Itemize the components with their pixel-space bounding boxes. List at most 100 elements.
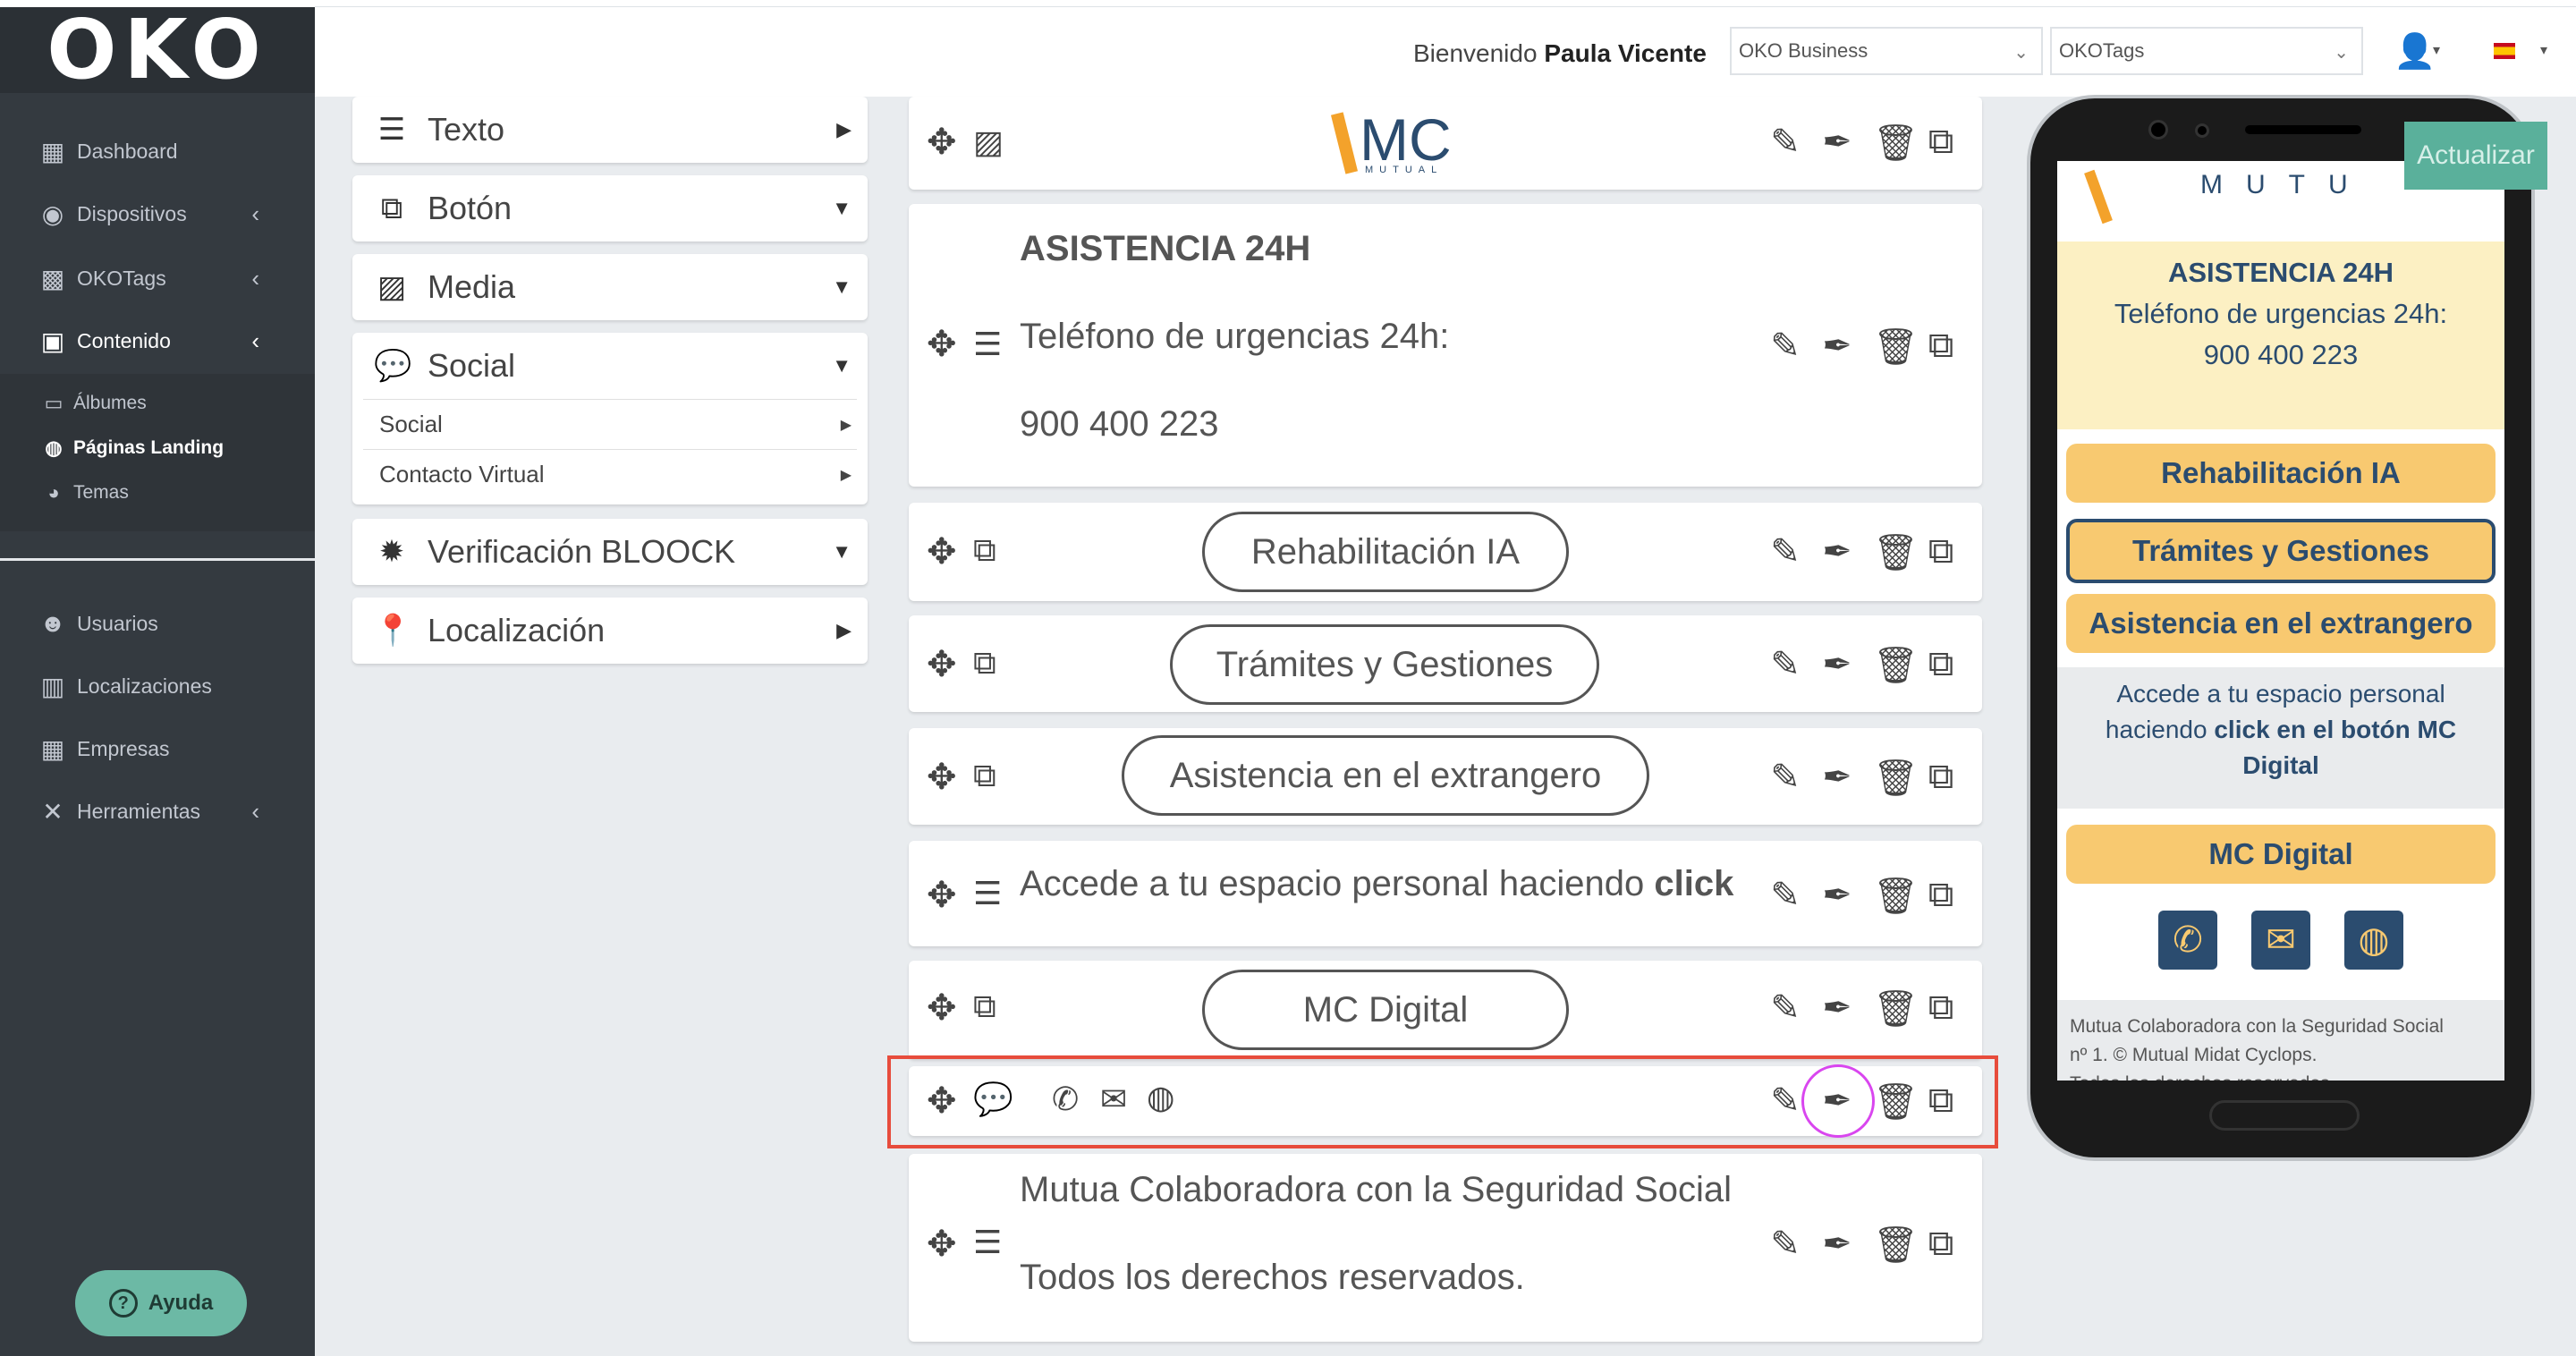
trash-icon[interactable]: 🗑	[1873, 326, 1919, 368]
edit-icon[interactable]: ✎	[1769, 326, 1801, 368]
trash-icon[interactable]: 🗑	[1873, 1224, 1919, 1266]
sidebar-item-herramientas[interactable]: ✕ Herramientas ‹	[0, 782, 315, 841]
feather-icon[interactable]: ✒	[1821, 644, 1853, 686]
copy-icon[interactable]: ⧉	[1925, 1224, 1957, 1266]
builder-row-button-mc-digital[interactable]: ✥ ⧉ MC Digital ✎ ✒ 🗑 ⧉	[909, 961, 1982, 1059]
edit-icon[interactable]: ✎	[1769, 757, 1801, 799]
sidebar-subitem-albumes[interactable]: ▭ Álbumes	[0, 381, 315, 426]
builder-row-button-tramites[interactable]: ✥ ⧉ Trámites y Gestiones ✎ ✒ 🗑 ⧉	[909, 615, 1982, 712]
builder-row-button-extrangero[interactable]: ✥ ⧉ Asistencia en el extrangero ✎ ✒ 🗑 ⧉	[909, 728, 1982, 825]
component-social[interactable]: 💬 Social ▼ Social ▶ Contacto Virtual ▶	[352, 333, 868, 504]
brand-logo[interactable]: OKO	[0, 7, 315, 93]
update-preview-button[interactable]: Actualizar	[2404, 122, 2547, 190]
sidebar-subitem-temas[interactable]: ◕ Temas	[0, 470, 315, 515]
subitem-label: Social	[379, 411, 443, 437]
trash-icon[interactable]: 🗑	[1873, 122, 1919, 164]
move-icon[interactable]: ✥	[927, 757, 957, 798]
edit-icon[interactable]: ✎	[1769, 1224, 1801, 1266]
component-subitem-social[interactable]: Social ▶	[363, 399, 857, 449]
mobile-button-mc-digital[interactable]: MC Digital	[2066, 825, 2496, 884]
copy-icon[interactable]: ⧉	[1925, 875, 1957, 917]
component-media[interactable]: ▨ Media ▼	[352, 254, 868, 320]
builder-row-logo[interactable]: ✥ ▨ MC MUTUAL ✎ ✒ 🗑 ⧉	[909, 97, 1982, 190]
edit-icon[interactable]: ✎	[1769, 644, 1801, 686]
sidebar-item-empresas[interactable]: ▦ Empresas	[0, 719, 315, 778]
builder-row-footer-text[interactable]: ✥ ☰ Mutua Colaboradora con la Seguridad …	[909, 1154, 1982, 1342]
city-icon: ▥	[40, 672, 65, 700]
mobile-access-line3-bold: Digital	[2242, 751, 2319, 779]
trash-icon[interactable]: 🗑	[1873, 644, 1919, 686]
mobile-access-line1: Accede a tu espacio personal	[2116, 680, 2445, 708]
feather-icon[interactable]: ✒	[1821, 122, 1853, 164]
move-icon[interactable]: ✥	[927, 531, 957, 572]
builder-row-access-text[interactable]: ✥ ☰ Accede a tu espacio personal haciend…	[909, 841, 1982, 946]
sidebar-subitem-label: Temas	[73, 482, 129, 503]
row-actions: ✎ ✒ 🗑 ⧉	[1769, 987, 1957, 1030]
move-icon[interactable]: ✥	[927, 644, 957, 685]
builder-row-asistencia[interactable]: ✥ ☰ ASISTENCIA 24H Teléfono de urgencias…	[909, 204, 1982, 487]
feather-icon[interactable]: ✒	[1821, 875, 1853, 917]
trash-icon[interactable]: 🗑	[1873, 875, 1919, 917]
component-localizacion[interactable]: 📍 Localización ▶	[352, 597, 868, 664]
move-icon[interactable]: ✥	[927, 324, 957, 365]
component-texto[interactable]: ☰ Texto ▶	[352, 97, 868, 163]
mobile-button-tramites[interactable]: Trámites y Gestiones	[2066, 519, 2496, 583]
envelope-icon[interactable]: ✉	[2251, 911, 2310, 970]
align-left-icon: ☰	[973, 1224, 1003, 1260]
move-icon[interactable]: ✥	[927, 1224, 957, 1265]
edit-icon[interactable]: ✎	[1769, 122, 1801, 164]
button-label: Rehabilitación IA	[2161, 456, 2401, 489]
tools-icon: ✕	[42, 797, 64, 826]
trash-icon[interactable]: 🗑	[1873, 531, 1919, 573]
feather-icon[interactable]: ✒	[1821, 1224, 1853, 1266]
phone-screen: MUTU ASISTENCIA 24H Teléfono de urgencia…	[2057, 161, 2504, 1081]
trash-icon[interactable]: 🗑	[1873, 757, 1919, 799]
mobile-button-extrangero[interactable]: Asistencia en el extrangero	[2066, 594, 2496, 653]
copy-icon[interactable]: ⧉	[1925, 644, 1957, 686]
feather-icon[interactable]: ✒	[1821, 531, 1853, 573]
sidebar-item-localizaciones[interactable]: ▥ Localizaciones	[0, 657, 315, 716]
component-label: Texto	[428, 111, 505, 148]
edit-icon[interactable]: ✎	[1769, 875, 1801, 917]
okotags-select[interactable]: OKOTags ⌄	[2050, 27, 2363, 75]
building-icon: ▦	[40, 734, 65, 763]
sidebar-subitem-paginas-landing[interactable]: ◍ Páginas Landing	[0, 426, 315, 470]
copy-icon[interactable]: ⧉	[1925, 531, 1957, 573]
external-link-icon: ⧉	[973, 531, 996, 568]
sidebar-item-okotags[interactable]: ▩ OKOTags ‹	[0, 249, 315, 308]
copy-icon[interactable]: ⧉	[1925, 122, 1957, 164]
comments-icon: 💬	[374, 349, 412, 383]
user-menu-icon[interactable]: 👤	[2394, 32, 2436, 72]
chevron-left-icon: ‹	[251, 264, 259, 292]
topbar-strip	[315, 0, 2576, 7]
feather-icon[interactable]: ✒	[1821, 987, 1853, 1030]
button-label: Trámites y Gestiones	[1216, 644, 1554, 684]
sidebar-item-contenido[interactable]: ▣ Contenido ‹	[0, 311, 315, 370]
copy-icon[interactable]: ⧉	[1925, 757, 1957, 799]
move-icon[interactable]: ✥	[927, 122, 957, 163]
move-icon[interactable]: ✥	[927, 987, 957, 1029]
copy-icon[interactable]: ⧉	[1925, 987, 1957, 1030]
move-icon[interactable]: ✥	[927, 875, 957, 916]
help-button[interactable]: ? Ayuda	[75, 1270, 247, 1336]
component-subitem-contacto-virtual[interactable]: Contacto Virtual ▶	[363, 449, 857, 499]
component-verificacion-bloock[interactable]: ✹ Verificación BLOOCK ▼	[352, 519, 868, 585]
sidebar-item-usuarios[interactable]: ☻ Usuarios	[0, 594, 315, 653]
edit-icon[interactable]: ✎	[1769, 531, 1801, 573]
mobile-button-rehabilitacion[interactable]: Rehabilitación IA	[2066, 444, 2496, 503]
component-boton[interactable]: ⧉ Botón ▼	[352, 175, 868, 242]
trash-icon[interactable]: 🗑	[1873, 987, 1919, 1030]
feather-icon[interactable]: ✒	[1821, 757, 1853, 799]
spain-flag-icon[interactable]	[2494, 43, 2515, 59]
sidebar-item-dashboard[interactable]: ▦ Dashboard	[0, 122, 315, 181]
copy-icon[interactable]: ⧉	[1925, 326, 1957, 368]
edit-icon[interactable]: ✎	[1769, 987, 1801, 1030]
phone-icon[interactable]: ✆	[2158, 911, 2217, 970]
business-select[interactable]: OKO Business ⌄	[1730, 27, 2043, 75]
sidebar-item-dispositivos[interactable]: ◉ Dispositivos ‹	[0, 184, 315, 243]
builder-row-button-rehabilitacion[interactable]: ✥ ⧉ Rehabilitación IA ✎ ✒ 🗑 ⧉	[909, 503, 1982, 601]
button-label: Asistencia en el extrangero	[2089, 606, 2473, 640]
feather-icon[interactable]: ✒	[1821, 326, 1853, 368]
external-link-icon: ⧉	[380, 191, 403, 225]
globe-icon[interactable]: ◍	[2344, 911, 2403, 970]
